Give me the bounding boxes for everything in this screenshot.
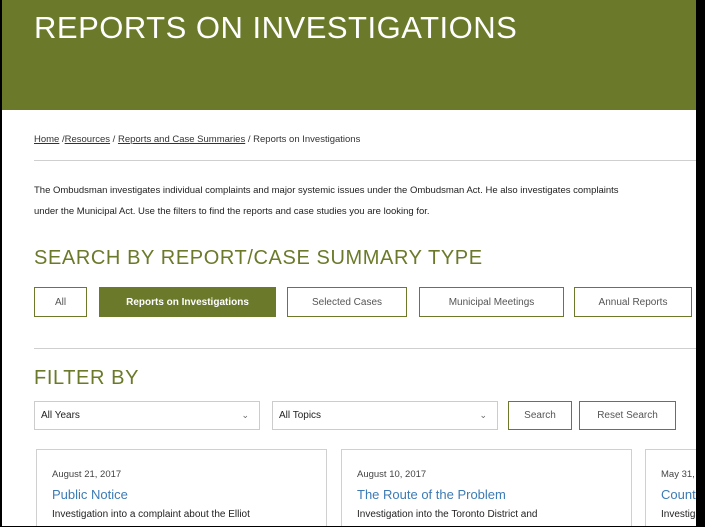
card-title-link[interactable]: Counter xyxy=(661,487,696,502)
breadcrumb-current: Reports on Investigations xyxy=(253,134,361,145)
card-description: Investigation into a complaint about the… xyxy=(52,509,250,520)
breadcrumb-resources-link[interactable]: Resources xyxy=(65,134,110,145)
card-description: Investigation into the Toronto District … xyxy=(357,509,538,520)
type-municipal-meetings-button[interactable]: Municipal Meetings xyxy=(419,287,564,317)
search-type-heading: SEARCH BY REPORT/CASE SUMMARY TYPE xyxy=(34,247,483,269)
intro-text: The Ombudsman investigates individual co… xyxy=(34,180,696,222)
breadcrumb-home-link[interactable]: Home xyxy=(34,134,59,145)
type-all-button[interactable]: All xyxy=(34,287,87,317)
divider xyxy=(34,160,696,161)
topic-select[interactable]: All Topics ⌄ xyxy=(272,401,498,430)
card-date: August 10, 2017 xyxy=(357,469,427,480)
report-card[interactable]: August 21, 2017 Public Notice Investigat… xyxy=(36,449,327,526)
card-title-link[interactable]: The Route of the Problem xyxy=(357,487,631,502)
report-card[interactable]: August 10, 2017 The Route of the Problem… xyxy=(341,449,632,526)
chevron-down-icon: ⌄ xyxy=(241,410,249,420)
chevron-down-icon: ⌄ xyxy=(479,410,487,420)
filter-heading: FILTER BY xyxy=(34,367,140,389)
type-selected-cases-button[interactable]: Selected Cases xyxy=(287,287,407,317)
intro-line-2: under the Municipal Act. Use the filters… xyxy=(34,206,430,217)
card-date: August 21, 2017 xyxy=(52,469,122,480)
topic-select-value: All Topics xyxy=(279,410,322,421)
intro-line-1: The Ombudsman investigates individual co… xyxy=(34,185,619,196)
page: REPORTS ON INVESTIGATIONS Home /Resource… xyxy=(2,0,696,526)
breadcrumb-reports-link[interactable]: Reports and Case Summaries xyxy=(118,134,245,145)
search-button[interactable]: Search xyxy=(508,401,572,430)
card-date: May 31, xyxy=(661,469,695,480)
divider xyxy=(34,348,696,349)
type-reports-on-investigations-button[interactable]: Reports on Investigations xyxy=(99,287,276,317)
breadcrumb: Home /Resources / Reports and Case Summa… xyxy=(34,134,361,145)
type-annual-reports-button[interactable]: Annual Reports xyxy=(574,287,692,317)
year-select[interactable]: All Years ⌄ xyxy=(34,401,260,430)
page-title: REPORTS ON INVESTIGATIONS xyxy=(34,10,518,45)
reset-search-button[interactable]: Reset Search xyxy=(579,401,676,430)
card-description: Investigation xyxy=(661,509,696,520)
report-card[interactable]: May 31, Counter Investigation xyxy=(645,449,696,526)
year-select-value: All Years xyxy=(41,410,80,421)
hero-banner: REPORTS ON INVESTIGATIONS xyxy=(2,0,696,110)
card-title-link[interactable]: Public Notice xyxy=(52,487,326,502)
